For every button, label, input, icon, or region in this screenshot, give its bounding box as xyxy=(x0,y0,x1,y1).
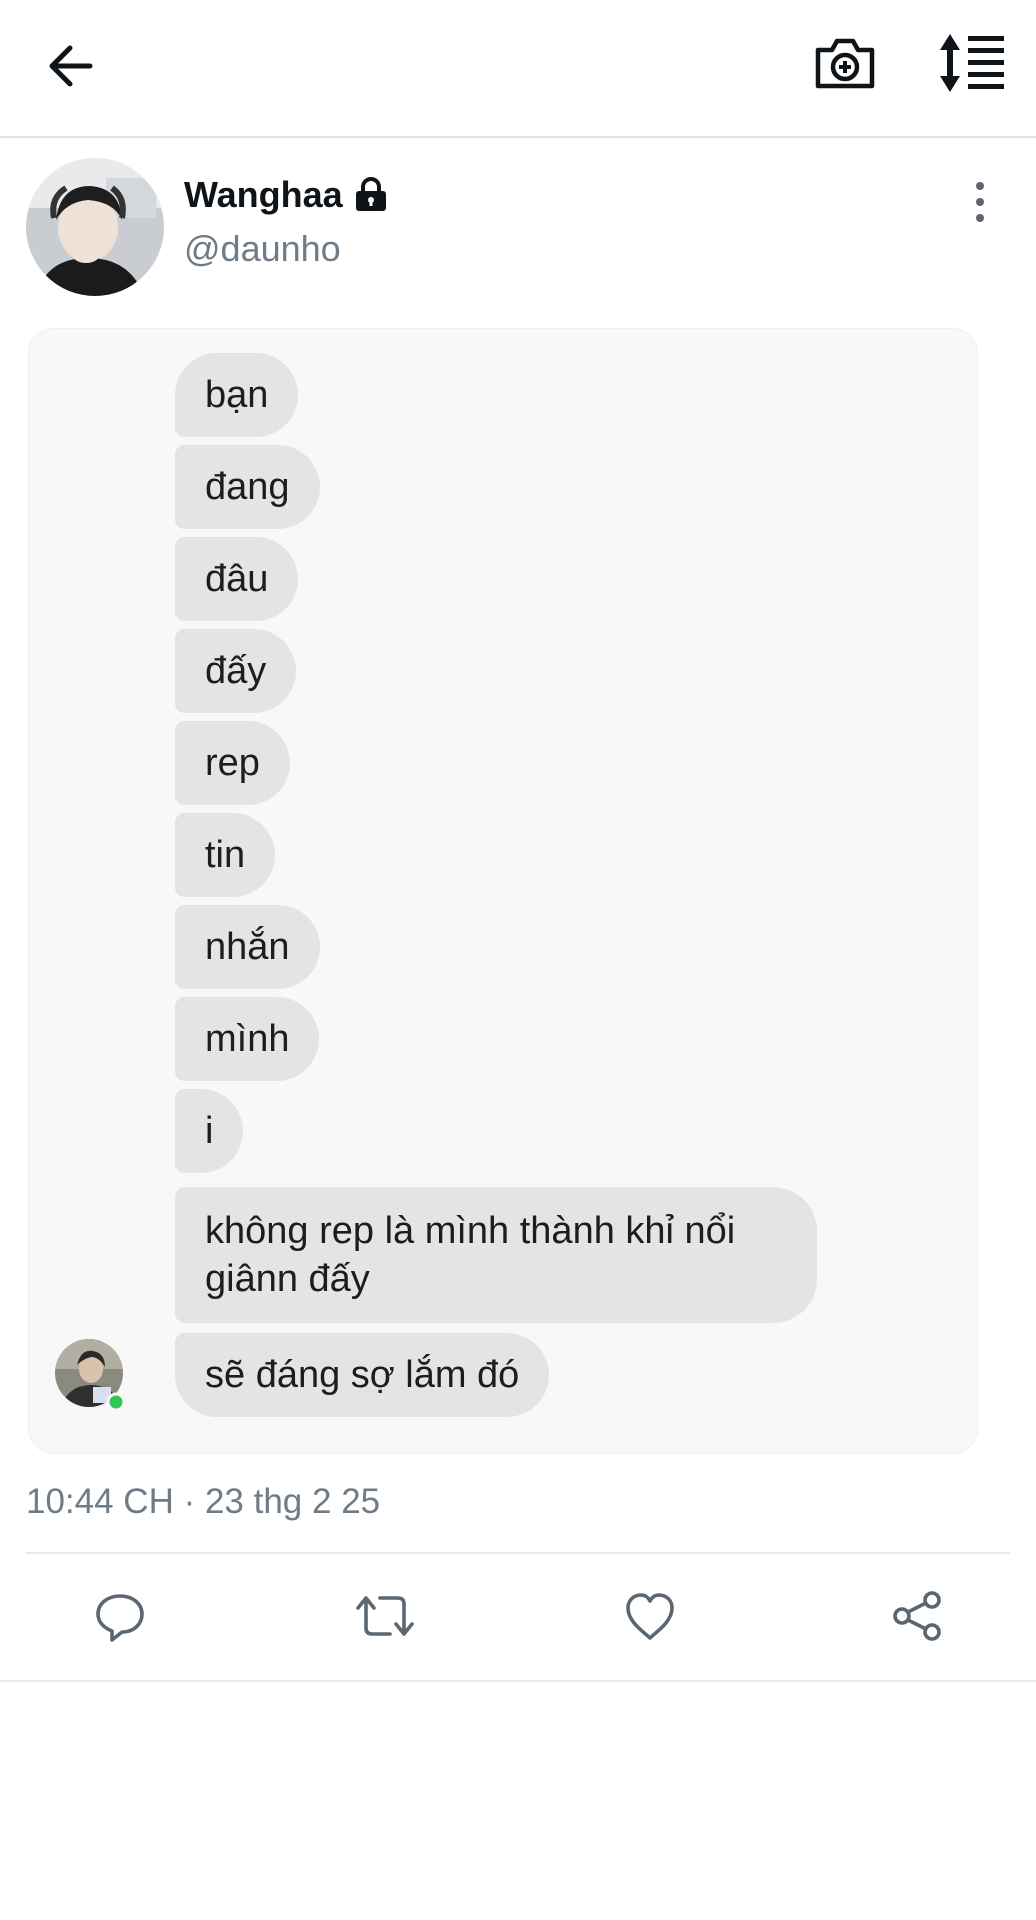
more-vertical-icon[interactable] xyxy=(966,180,994,224)
chat-screenshot[interactable]: bạn đang đâu đấy rep tin nhắn mình i khô… xyxy=(28,328,978,1454)
message-bubble: tin xyxy=(175,813,276,897)
tweet-screen: Wanghaa @daunho bạn đang đâu đấy rep tin… xyxy=(0,0,1036,1920)
profile-avatar[interactable] xyxy=(26,158,164,296)
user-handle[interactable]: @daunho xyxy=(184,228,341,270)
message-bubble: bạn xyxy=(175,353,299,437)
name-row: Wanghaa xyxy=(184,170,389,220)
like-icon[interactable] xyxy=(622,1588,678,1644)
reply-icon[interactable] xyxy=(92,1588,148,1644)
camera-plus-icon[interactable] xyxy=(812,30,878,96)
message-bubble: đấy xyxy=(175,629,297,713)
share-icon[interactable] xyxy=(890,1588,946,1644)
message-bubble: đâu xyxy=(175,537,299,621)
message-bubble: rep xyxy=(175,721,290,805)
lock-icon xyxy=(355,177,386,211)
sort-list-icon[interactable] xyxy=(936,30,1008,96)
message-bubble: sẽ đáng sợ lắm đó xyxy=(175,1333,550,1417)
divider xyxy=(26,1552,1010,1554)
back-arrow-icon[interactable] xyxy=(42,34,106,98)
divider xyxy=(0,1680,1036,1682)
retweet-icon[interactable] xyxy=(354,1588,416,1644)
message-bubble: i xyxy=(175,1089,244,1173)
message-bubble: nhắn xyxy=(175,905,320,989)
tweet-timestamp: 10:44 CH · 23 thg 2 25 xyxy=(26,1482,381,1521)
message-bubble: đang xyxy=(175,445,320,529)
display-name[interactable]: Wanghaa xyxy=(184,174,343,216)
top-bar xyxy=(0,0,1036,138)
message-bubble: mình xyxy=(175,997,320,1081)
message-bubble: không rep là mình thành khỉ nổi giânn đấ… xyxy=(175,1187,817,1323)
sender-avatar xyxy=(55,1339,126,1411)
